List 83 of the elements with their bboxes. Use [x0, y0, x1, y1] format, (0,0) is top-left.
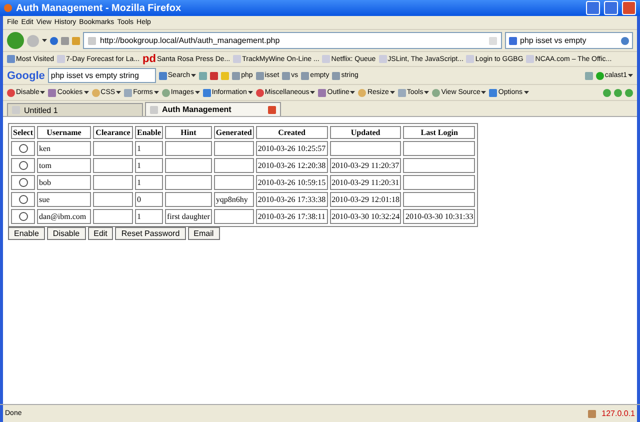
table-cell	[93, 158, 133, 173]
column-header: Select	[11, 126, 35, 139]
table-cell: 2010-03-29 12:01:18	[330, 192, 402, 207]
caret-icon	[350, 91, 356, 94]
table-cell: bob	[37, 175, 91, 190]
column-header: Created	[256, 126, 328, 139]
table-cell	[214, 141, 254, 156]
caret-icon	[524, 91, 528, 94]
browser-tab[interactable]: Untitled 1	[7, 103, 143, 116]
table-cell	[165, 175, 212, 190]
table-cell	[165, 192, 212, 207]
column-header: Updated	[330, 126, 402, 139]
column-header: Hint	[165, 126, 212, 139]
column-header: Generated	[214, 126, 254, 139]
action-button[interactable]: Reset Password	[115, 227, 186, 240]
table-cell: first daughter	[165, 209, 212, 224]
select-radio[interactable]	[18, 195, 28, 204]
caret-icon	[40, 91, 46, 94]
address-bar[interactable]: http://bookgroup.local/Auth/auth_management.php	[83, 32, 502, 49]
action-button[interactable]: Email	[188, 227, 220, 240]
table-cell: 2010-03-26 12:20:38	[256, 158, 328, 173]
action-button[interactable]: Disable	[46, 227, 86, 240]
table-cell: yqp8n6hy	[214, 192, 254, 207]
table-cell: ken	[37, 141, 91, 156]
table-cell	[214, 175, 254, 190]
minimize-button[interactable]	[586, 1, 600, 15]
caret-icon	[191, 74, 196, 77]
caret-icon	[194, 91, 200, 94]
table-cell: 0	[135, 192, 164, 207]
table-cell: 1	[135, 158, 164, 173]
select-radio[interactable]	[18, 178, 28, 187]
caret-icon	[481, 91, 486, 94]
caret-icon	[248, 91, 253, 94]
table-cell	[165, 158, 212, 173]
caret-icon	[116, 91, 122, 94]
table-cell: 2010-03-30 10:31:33	[403, 209, 476, 224]
table-cell: 1	[135, 209, 164, 224]
table-cell	[93, 192, 133, 207]
google-search-field[interactable]: php isset vs empty string	[48, 68, 156, 83]
table-cell: 1	[135, 175, 164, 190]
select-radio[interactable]	[18, 144, 28, 153]
table-cell: 1	[135, 141, 164, 156]
column-header: Username	[37, 126, 91, 139]
table-cell: 2010-03-26 10:59:15	[256, 175, 328, 190]
back-button[interactable]	[7, 32, 24, 49]
table-cell	[330, 141, 402, 156]
table-cell: 2010-03-26 17:38:11	[256, 209, 328, 224]
column-header: Last Login	[403, 126, 476, 139]
action-button[interactable]: Enable	[8, 227, 45, 240]
table-cell: sue	[37, 192, 91, 207]
browser-tab[interactable]: Auth Management	[145, 102, 281, 116]
table-cell: 2010-03-29 11:20:31	[330, 175, 402, 190]
table-cell	[93, 141, 133, 156]
select-radio[interactable]	[18, 212, 28, 221]
bookmark-logo: pd	[142, 53, 156, 65]
search-field[interactable]: php isset vs empty	[505, 32, 633, 49]
caret-icon	[390, 91, 395, 94]
close-button[interactable]	[622, 1, 636, 15]
column-header: Enable	[135, 126, 164, 139]
table-cell	[93, 175, 133, 190]
google-logo: Google	[7, 70, 45, 82]
server-address: 127.0.0.1	[602, 409, 635, 418]
caret-icon	[310, 91, 316, 94]
table-cell: tom	[37, 158, 91, 173]
caret-icon	[42, 39, 47, 42]
table-cell: 2010-03-30 10:32:24	[330, 209, 402, 224]
table-cell: 2010-03-29 11:20:37	[330, 158, 402, 173]
caret-icon	[154, 91, 159, 94]
table-cell	[214, 158, 254, 173]
select-radio[interactable]	[18, 161, 28, 170]
table-cell: dan@ibm.com	[37, 209, 91, 224]
table-cell: 2010-03-26 17:33:38	[256, 192, 328, 207]
caret-icon	[424, 91, 430, 94]
action-button[interactable]: Edit	[88, 227, 114, 240]
table-cell	[165, 141, 212, 156]
maximize-button[interactable]	[604, 1, 618, 15]
caret-icon	[84, 91, 89, 94]
caret-icon	[628, 74, 633, 77]
table-cell	[93, 209, 133, 224]
column-header: Clearance	[93, 126, 133, 139]
window-title: Auth Management - Mozilla Firefox	[16, 2, 182, 14]
table-cell	[214, 209, 254, 224]
table-cell: 2010-03-26 10:25:57	[256, 141, 328, 156]
